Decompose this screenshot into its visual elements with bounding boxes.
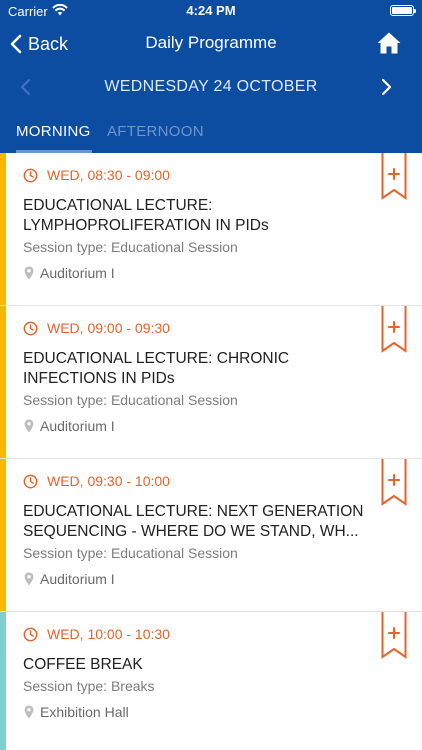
session-title-line: EDUCATIONAL LECTURE: CHRONIC bbox=[23, 350, 290, 367]
session-title-line: SEQUENCING - WHERE DO WE STAND, WH... bbox=[23, 523, 359, 540]
session-card[interactable]: WED, 08:30 - 09:00 EDUCATIONAL LECTURE: … bbox=[0, 153, 422, 306]
session-location: Auditorium I bbox=[40, 265, 115, 281]
session-time-row: WED, 09:30 - 10:00 bbox=[23, 473, 170, 489]
page-title: Daily Programme bbox=[145, 33, 277, 52]
location-pin-icon bbox=[24, 266, 34, 280]
session-location-row: Auditorium I bbox=[24, 265, 115, 281]
battery-icon bbox=[390, 5, 416, 16]
session-category-stripe bbox=[0, 459, 6, 611]
clock-icon bbox=[23, 627, 38, 641]
session-category-stripe bbox=[0, 153, 6, 305]
location-pin-icon bbox=[24, 705, 34, 719]
session-time-row: WED, 09:00 - 09:30 bbox=[23, 320, 170, 336]
session-title: EDUCATIONAL LECTURE: LYMPHOPROLIFERATION… bbox=[23, 196, 378, 236]
session-type: Session type: Educational Session bbox=[23, 545, 238, 561]
session-time: WED, 10:00 - 10:30 bbox=[47, 626, 170, 642]
session-title-line: LYMPHOPROLIFERATION IN PIDs bbox=[23, 217, 269, 234]
session-category-stripe bbox=[0, 612, 6, 750]
session-time: WED, 09:00 - 09:30 bbox=[47, 320, 170, 336]
session-time: WED, 08:30 - 09:00 bbox=[47, 167, 170, 183]
add-bookmark-icon[interactable] bbox=[381, 459, 407, 506]
session-title: COFFEE BREAK bbox=[23, 655, 378, 675]
home-icon bbox=[377, 32, 401, 54]
session-category-stripe bbox=[0, 306, 6, 458]
session-location-row: Exhibition Hall bbox=[24, 704, 129, 720]
date-navigator: WEDNESDAY 24 OCTOBER bbox=[0, 72, 422, 102]
add-bookmark-icon[interactable] bbox=[381, 153, 407, 200]
session-title-line: EDUCATIONAL LECTURE: bbox=[23, 197, 213, 214]
session-title-line: INFECTIONS IN PIDs bbox=[23, 370, 175, 387]
clock-icon bbox=[23, 168, 38, 182]
location-pin-icon bbox=[24, 572, 34, 586]
session-time: WED, 09:30 - 10:00 bbox=[47, 473, 170, 489]
session-title-line: COFFEE BREAK bbox=[23, 656, 143, 673]
session-type: Session type: Educational Session bbox=[23, 239, 238, 255]
chevron-right-icon bbox=[381, 78, 392, 96]
session-type: Session type: Breaks bbox=[23, 678, 155, 694]
day-part-tabs: MORNING AFTERNOON bbox=[0, 117, 422, 153]
session-location: Auditorium I bbox=[40, 418, 115, 434]
status-time: 4:24 PM bbox=[186, 3, 236, 18]
app-header: Carrier 4:24 PM Back Daily Programme WED… bbox=[0, 0, 422, 153]
add-bookmark-icon[interactable] bbox=[381, 306, 407, 353]
session-location-row: Auditorium I bbox=[24, 418, 115, 434]
session-title: EDUCATIONAL LECTURE: CHRONIC INFECTIONS … bbox=[23, 349, 378, 389]
session-location: Auditorium I bbox=[40, 571, 115, 587]
session-card[interactable]: WED, 10:00 - 10:30 COFFEE BREAK Session … bbox=[0, 612, 422, 750]
session-type: Session type: Educational Session bbox=[23, 392, 238, 408]
add-bookmark-icon[interactable] bbox=[381, 612, 407, 659]
tab-afternoon[interactable]: AFTERNOON bbox=[107, 123, 204, 140]
session-title: EDUCATIONAL LECTURE: NEXT GENERATION SEQ… bbox=[23, 502, 378, 542]
location-pin-icon bbox=[24, 419, 34, 433]
home-button[interactable] bbox=[376, 31, 402, 55]
session-card[interactable]: WED, 09:00 - 09:30 EDUCATIONAL LECTURE: … bbox=[0, 306, 422, 459]
session-location-row: Auditorium I bbox=[24, 571, 115, 587]
clock-icon bbox=[23, 474, 38, 488]
session-list: WED, 08:30 - 09:00 EDUCATIONAL LECTURE: … bbox=[0, 153, 422, 750]
status-bar: Carrier 4:24 PM bbox=[0, 0, 422, 22]
session-location: Exhibition Hall bbox=[40, 704, 129, 720]
next-day-button[interactable] bbox=[378, 76, 394, 98]
session-time-row: WED, 08:30 - 09:00 bbox=[23, 167, 170, 183]
session-title-line: EDUCATIONAL LECTURE: NEXT GENERATION bbox=[23, 503, 364, 520]
session-time-row: WED, 10:00 - 10:30 bbox=[23, 626, 170, 642]
clock-icon bbox=[23, 321, 38, 335]
current-date-label: WEDNESDAY 24 OCTOBER bbox=[104, 78, 318, 95]
session-card[interactable]: WED, 09:30 - 10:00 EDUCATIONAL LECTURE: … bbox=[0, 459, 422, 612]
tab-morning[interactable]: MORNING bbox=[16, 123, 91, 140]
